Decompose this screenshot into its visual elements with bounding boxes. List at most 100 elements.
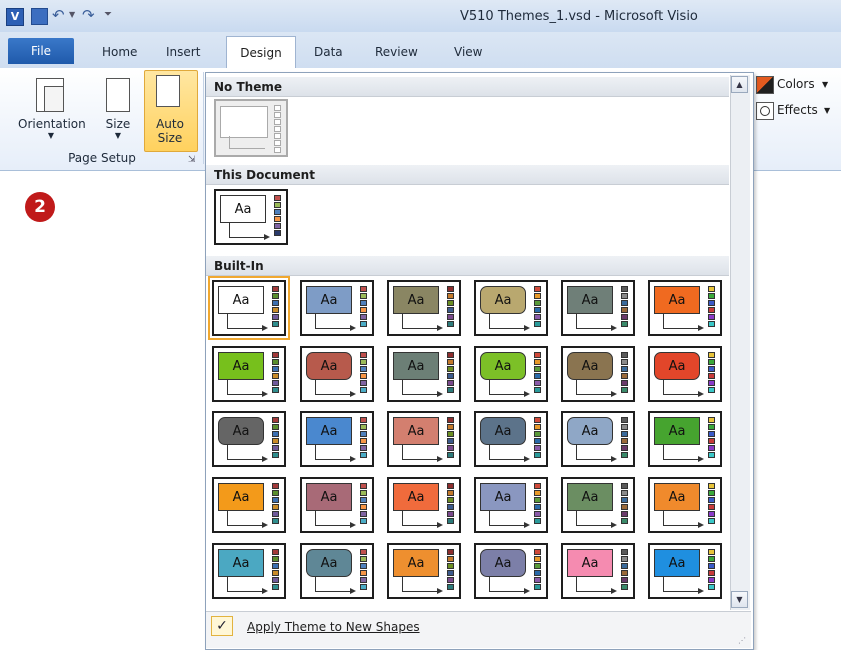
customize-qat-icon[interactable]: ⏷	[104, 9, 112, 20]
color-swatch	[534, 431, 541, 437]
built-in-theme-thumbnail[interactable]: Aa	[648, 477, 722, 533]
color-swatch	[621, 417, 628, 423]
theme-sample-shape: Aa	[393, 286, 439, 314]
built-in-theme-thumbnail[interactable]: Aa	[208, 276, 290, 340]
built-in-theme-thumbnail[interactable]: Aa	[561, 477, 635, 533]
connector-line	[227, 380, 228, 394]
color-swatch	[360, 445, 367, 451]
tab-insert[interactable]: Insert	[166, 45, 200, 59]
redo-icon[interactable]: ↷	[82, 6, 95, 24]
effects-button[interactable]: Effects	[777, 103, 818, 117]
color-swatch	[360, 518, 367, 524]
built-in-theme-thumbnail[interactable]: Aa	[300, 477, 374, 533]
size-dropdown-icon[interactable]: ▼	[111, 131, 125, 140]
tab-view[interactable]: View	[454, 45, 482, 59]
built-in-theme-thumbnail[interactable]: Aa	[561, 280, 635, 336]
built-in-theme-thumbnail[interactable]: Aa	[561, 411, 635, 467]
connector-arrow-icon	[262, 325, 268, 331]
built-in-theme-thumbnail[interactable]: Aa	[212, 346, 286, 402]
built-in-theme-thumbnail[interactable]: Aa	[387, 280, 461, 336]
resize-grip-icon[interactable]: ⋰	[738, 636, 746, 645]
connector-arrow-icon	[437, 391, 443, 397]
built-in-theme-thumbnail[interactable]: Aa	[212, 411, 286, 467]
color-swatch	[447, 286, 454, 292]
section-no-theme: No Theme	[206, 77, 729, 97]
effects-dropdown-icon[interactable]: ▼	[824, 106, 830, 115]
tab-home[interactable]: Home	[102, 45, 137, 59]
connector-line	[663, 380, 664, 394]
color-swatch	[447, 307, 454, 313]
built-in-theme-thumbnail[interactable]: Aa	[300, 280, 374, 336]
orientation-dropdown-icon[interactable]: ▼	[44, 131, 58, 140]
built-in-theme-thumbnail[interactable]: Aa	[648, 280, 722, 336]
undo-dropdown-icon[interactable]: ▼	[69, 10, 75, 19]
undo-icon[interactable]: ↶	[52, 6, 65, 24]
built-in-theme-thumbnail[interactable]: Aa	[387, 346, 461, 402]
dialog-launcher-icon[interactable]: ⇲	[188, 155, 196, 165]
tab-data[interactable]: Data	[314, 45, 343, 59]
connector-line	[576, 591, 612, 592]
connector-arrow-icon	[262, 456, 268, 462]
color-swatch	[272, 359, 279, 365]
colors-button[interactable]: Colors	[777, 77, 815, 91]
scroll-down-icon[interactable]: ▼	[731, 591, 748, 608]
color-swatch	[272, 511, 279, 517]
section-built-in: Built-In	[206, 256, 729, 276]
built-in-theme-thumbnail[interactable]: Aa	[300, 411, 374, 467]
color-swatch	[708, 518, 715, 524]
built-in-theme-thumbnail[interactable]: Aa	[474, 543, 548, 599]
color-swatch	[447, 359, 454, 365]
connector-arrow-icon	[437, 456, 443, 462]
color-swatch	[708, 286, 715, 292]
color-swatch	[708, 452, 715, 458]
color-swatch	[534, 511, 541, 517]
theme-sample-shape: Aa	[393, 483, 439, 511]
tab-design[interactable]: Design	[226, 36, 296, 69]
color-swatch	[708, 380, 715, 386]
size-button[interactable]: Size	[100, 117, 136, 131]
color-swatch	[621, 424, 628, 430]
theme-sample-shape: Aa	[480, 352, 526, 380]
save-icon[interactable]	[31, 8, 48, 25]
color-swatch	[272, 504, 279, 510]
built-in-theme-thumbnail[interactable]: Aa	[561, 346, 635, 402]
color-swatch	[708, 570, 715, 576]
built-in-theme-thumbnail[interactable]: Aa	[474, 477, 548, 533]
gallery-scrollbar[interactable]	[730, 75, 750, 610]
scroll-up-icon[interactable]: ▲	[731, 76, 748, 93]
built-in-theme-thumbnail[interactable]: Aa	[300, 346, 374, 402]
built-in-theme-thumbnail[interactable]: Aa	[474, 346, 548, 402]
color-swatch	[621, 380, 628, 386]
color-swatch	[272, 366, 279, 372]
color-swatch	[272, 497, 279, 503]
connector-arrow-icon	[524, 325, 530, 331]
built-in-theme-thumbnail[interactable]: Aa	[474, 280, 548, 336]
built-in-theme-thumbnail[interactable]: Aa	[212, 543, 286, 599]
built-in-theme-thumbnail[interactable]: Aa	[387, 411, 461, 467]
built-in-theme-thumbnail[interactable]: Aa	[212, 477, 286, 533]
connector-line	[315, 380, 316, 394]
built-in-theme-thumbnail[interactable]: Aa	[300, 543, 374, 599]
built-in-theme-thumbnail[interactable]: Aa	[387, 543, 461, 599]
connector-line	[227, 445, 228, 459]
built-in-theme-thumbnail[interactable]: Aa	[561, 543, 635, 599]
built-in-theme-thumbnail[interactable]: Aa	[648, 411, 722, 467]
built-in-theme-thumbnail[interactable]: Aa	[387, 477, 461, 533]
colors-dropdown-icon[interactable]: ▼	[822, 80, 828, 89]
apply-theme-checkbox[interactable]: ✓	[211, 616, 233, 636]
step-badge: 2	[25, 192, 55, 222]
connector-arrow-icon	[524, 588, 530, 594]
tab-file[interactable]: File	[8, 38, 74, 64]
built-in-theme-thumbnail[interactable]: Aa	[648, 543, 722, 599]
apply-theme-to-new-shapes[interactable]: Apply Theme to New Shapes	[247, 620, 420, 634]
tab-review[interactable]: Review	[375, 45, 418, 59]
visio-app-icon[interactable]: V	[6, 8, 24, 26]
color-swatch	[360, 584, 367, 590]
connector-line	[315, 511, 316, 525]
built-in-theme-thumbnail[interactable]: Aa	[474, 411, 548, 467]
color-swatch	[360, 438, 367, 444]
no-theme-thumbnail[interactable]	[214, 99, 288, 157]
orientation-button[interactable]: Orientation	[18, 117, 86, 131]
built-in-theme-thumbnail[interactable]: Aa	[648, 346, 722, 402]
this-document-thumbnail[interactable]: Aa	[214, 189, 288, 245]
